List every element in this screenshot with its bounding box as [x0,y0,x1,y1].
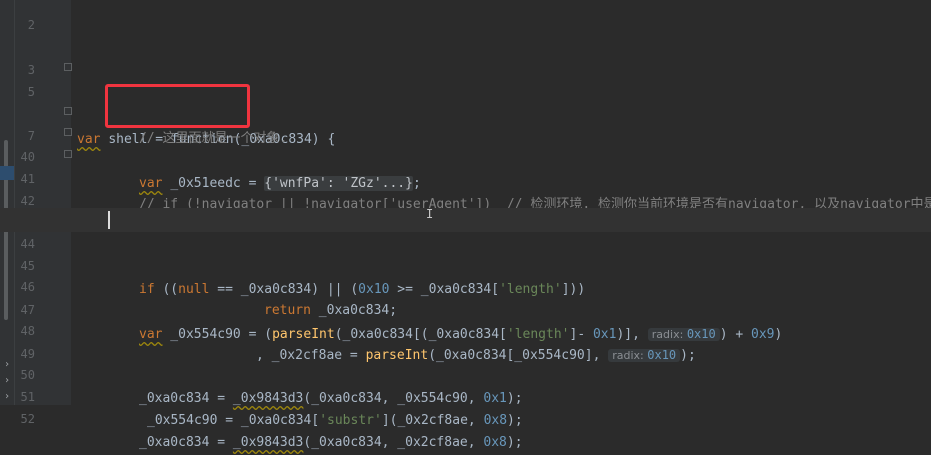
fold-toggle-icon[interactable] [64,107,72,115]
code-text: _0x554c90 = _0xa0c834['substr'](_0x2cf8a… [147,413,523,428]
fold-toggle-icon[interactable] [64,150,72,158]
text-caret [108,211,110,229]
code-line[interactable]: 50 _0xa0c834 = _0x9843d3(_0xa0c834, _0x5… [0,339,931,406]
code-line[interactable]: 42 [0,165,931,208]
fold-toggle-icon[interactable] [64,128,72,136]
code-line[interactable]: 2 [0,0,931,32]
ibeam-cursor-icon: I [426,207,434,221]
code-line[interactable]: 46 return _0xa0c834; [0,251,931,318]
code-line[interactable]: 48 , _0x2cf8ae = parseInt(_0xa0c834[_0x5… [0,295,931,363]
line-number: 52 [20,412,35,426]
code-line[interactable]: 51 _0x554c90 = _0xa0c834['substr'](_0x2c… [0,361,931,428]
code-line[interactable]: 41 // return ''; [0,143,931,234]
code-text: _0xa0c834 = _0x9843d3(_0xa0c834, _0x2cf8… [139,435,523,450]
highlight-box [105,84,250,128]
code-line[interactable]: 5 var shell = function(_0xa0c834) { [0,56,931,147]
code-line[interactable]: 52 _0xa0c834 = _0x9843d3(_0xa0c834, _0x2… [0,383,931,450]
current-line[interactable]: 44 [0,208,931,251]
code-line[interactable]: 3 [0,34,931,77]
fold-toggle-icon[interactable] [64,63,72,71]
